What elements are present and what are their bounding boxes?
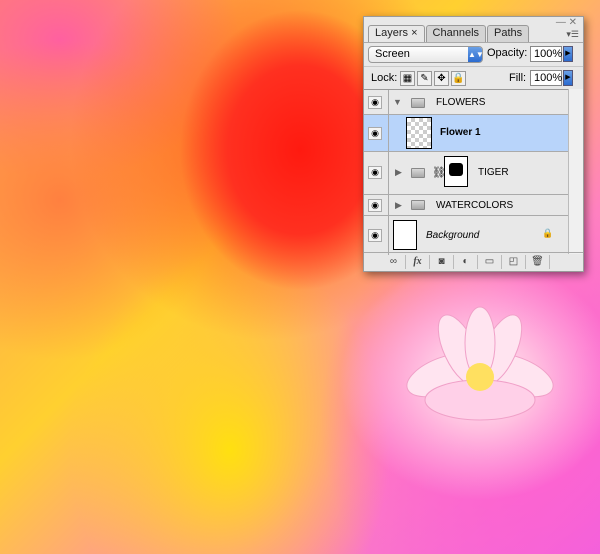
chevron-updown-icon: ▲▼ — [468, 47, 484, 62]
opacity-input[interactable]: 100% — [530, 46, 562, 62]
tab-channels[interactable]: Channels — [425, 25, 487, 42]
lotus-flower-artwork — [406, 306, 554, 421]
panel-window-controls[interactable]: — ✕ — [556, 17, 577, 28]
visibility-eye-icon[interactable]: ◉ — [368, 229, 382, 242]
lock-position-move-icon[interactable]: ✥ — [434, 71, 449, 86]
add-mask-icon[interactable]: ◙ — [430, 255, 454, 269]
folder-icon — [411, 98, 425, 108]
blend-mode-value: Screen — [375, 48, 410, 60]
tab-layers[interactable]: Layers × — [368, 25, 425, 42]
layer-name: TIGER — [478, 167, 509, 178]
visibility-eye-icon[interactable]: ◉ — [368, 166, 382, 179]
tab-paths[interactable]: Paths — [487, 25, 530, 42]
tab-close-icon[interactable]: × — [411, 27, 417, 39]
link-layers-icon[interactable]: ∞ — [382, 255, 406, 269]
fill-input[interactable]: 100% — [530, 70, 562, 86]
background-thumbnail — [393, 220, 417, 250]
lock-transparent-icon[interactable]: ▦ — [400, 71, 415, 86]
visibility-eye-icon[interactable]: ◉ — [368, 96, 382, 109]
layer-row-watercolors[interactable]: ◉ ▶ WATERCOLORS — [364, 195, 569, 216]
lock-image-brush-icon[interactable]: ✎ — [417, 71, 432, 86]
opacity-slider-button[interactable]: ▶ — [563, 46, 573, 62]
smart-object-thumbnail — [406, 117, 432, 149]
fill-label: Fill: — [509, 72, 527, 84]
lock-all-padlock-icon[interactable]: 🔒 — [451, 71, 466, 86]
new-layer-icon[interactable]: ◰ — [502, 255, 526, 269]
disclosure-expanded-icon[interactable]: ▼ — [393, 97, 402, 107]
folder-icon — [411, 200, 425, 210]
adjustment-layer-icon[interactable]: ◐ — [454, 255, 478, 269]
layer-name: Flower 1 — [440, 127, 481, 138]
disclosure-collapsed-icon[interactable]: ▶ — [395, 200, 402, 211]
layer-row-flower-1[interactable]: ◉ Flower 1 — [364, 115, 569, 152]
layer-row-tiger[interactable]: ◉ ▶ ⛓ TIGER — [364, 152, 569, 195]
layers-scrollbar[interactable] — [568, 89, 583, 254]
visibility-eye-icon[interactable]: ◉ — [368, 199, 382, 212]
fx-styles-icon[interactable]: fx — [406, 255, 430, 269]
fill-slider-button[interactable]: ▶ — [563, 70, 573, 86]
layer-name: FLOWERS — [436, 97, 486, 108]
layer-name: Background — [426, 230, 480, 241]
layer-name: WATERCOLORS — [436, 200, 514, 211]
layer-mask-thumbnail[interactable] — [444, 156, 468, 187]
tab-label: Layers — [375, 27, 409, 39]
panel-menu-icon[interactable]: ▾☰ — [566, 29, 579, 40]
layer-row-flowers[interactable]: ◉ ▼ FLOWERS — [364, 90, 569, 115]
opacity-label: Opacity: — [487, 47, 528, 59]
visibility-eye-icon[interactable]: ◉ — [368, 127, 382, 140]
lock-label: Lock: — [371, 72, 398, 84]
layers-panel: — ✕ Layers × Channels Paths ▾☰ Screen ▲▼ … — [363, 16, 584, 272]
lock-icon: 🔒 — [542, 228, 554, 238]
folder-icon — [411, 168, 425, 178]
delete-layer-trash-icon[interactable]: 🗑 — [526, 255, 550, 269]
layer-row-background[interactable]: ◉ Background 🔒 — [364, 216, 569, 255]
disclosure-collapsed-icon[interactable]: ▶ — [395, 167, 402, 178]
layers-list: ◉ ▼ FLOWERS ◉ Flower 1 ◉ ▶ ⛓ TIGER ◉ ▶ W… — [364, 89, 569, 255]
new-group-folder-icon[interactable]: ▭ — [478, 255, 502, 269]
blend-mode-select[interactable]: Screen ▲▼ — [368, 46, 484, 63]
